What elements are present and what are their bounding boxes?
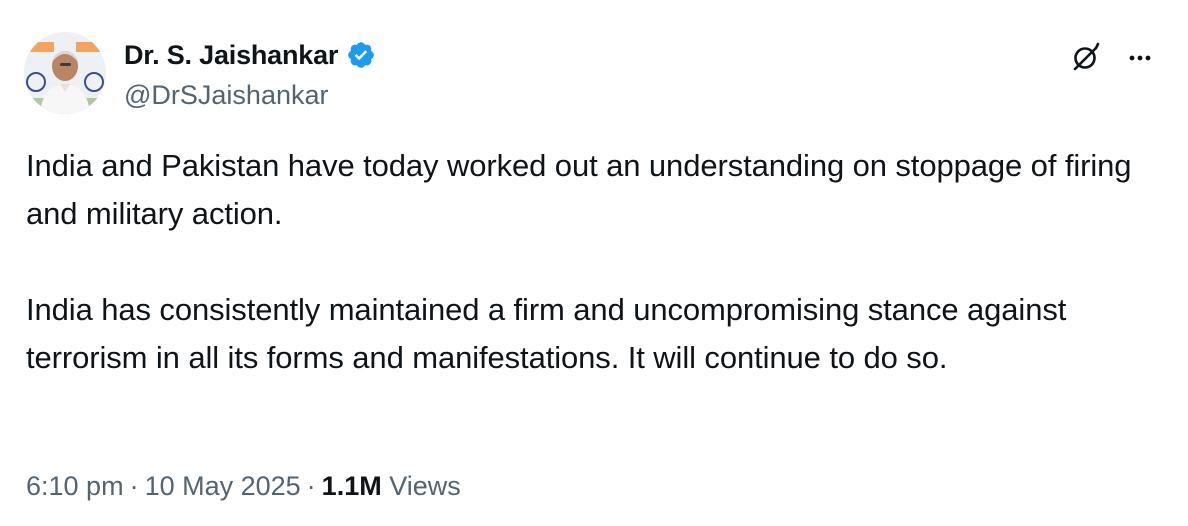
author-name-row: Dr. S. Jaishankar: [124, 38, 376, 72]
tweet-text: India and Pakistan have today worked out…: [26, 142, 1166, 382]
tweet-paragraph-1: India and Pakistan have today worked out…: [26, 148, 1132, 231]
avatar[interactable]: [24, 32, 106, 114]
author-display-name[interactable]: Dr. S. Jaishankar: [124, 38, 338, 72]
grok-button[interactable]: [1066, 38, 1106, 78]
more-options-button[interactable]: [1120, 38, 1160, 78]
verified-badge-icon[interactable]: [346, 40, 376, 70]
author-handle[interactable]: @DrSJaishankar: [124, 78, 328, 112]
tweet-date: 10 May 2025: [144, 471, 301, 501]
more-options-icon: [1129, 55, 1151, 61]
meta-separator: ·: [129, 471, 139, 501]
views-label: Views: [389, 471, 461, 501]
meta-separator: ·: [306, 471, 316, 501]
tweet-time-link[interactable]: 6:10 pm · 10 May 2025: [26, 471, 301, 501]
avatar-image: [24, 32, 106, 114]
tweet-time: 6:10 pm: [26, 471, 124, 501]
grok-icon: [1073, 42, 1100, 71]
tweet-card: Dr. S. Jaishankar @DrSJaishankar India a…: [0, 0, 1188, 526]
tweet-meta: 6:10 pm · 10 May 2025 · 1.1M Views: [26, 466, 461, 506]
tweet-paragraph-2: India has consistently maintained a firm…: [26, 292, 1067, 375]
views-count: 1.1M: [321, 471, 382, 501]
